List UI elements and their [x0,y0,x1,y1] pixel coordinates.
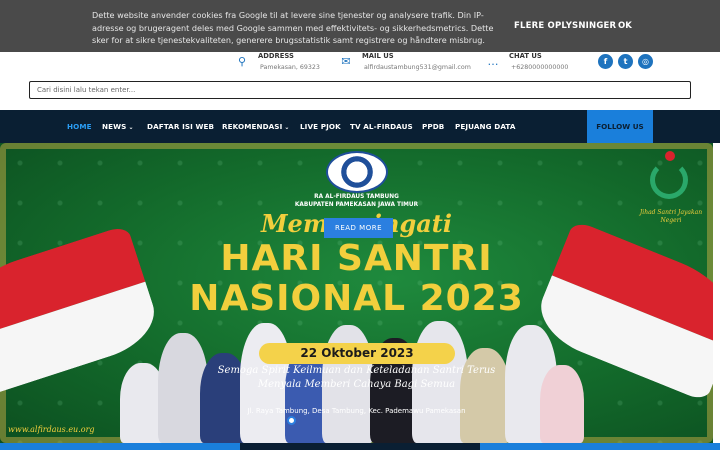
cookie-consent-text: Dette website anvender cookies fra Googl… [92,10,494,45]
contact-address-value: Pamekasan, 69323 [260,64,320,71]
seal-line-2: KABUPATEN PAMEKASAN JAWA TIMUR [294,202,419,208]
contact-mail-value[interactable]: alfirdaustambung531@gmail.com [364,64,471,71]
map-pin-icon: ⚲ [237,55,247,68]
cookie-more-info-link[interactable]: FLERE OPLYSNINGER [514,21,616,31]
person-figure [460,348,510,443]
chevron-down-icon: ⌄ [284,124,290,131]
person-figure [540,365,584,443]
cookie-ok-button[interactable]: OK [618,21,632,31]
hero-title-line-1: HARI SANTRI [220,238,493,279]
envelope-icon: ✉ [341,55,351,68]
hero-banner: RA AL-FIRDAUS TAMBUNG KABUPATEN PAMEKASA… [0,143,713,443]
hero-website: www.alfirdaus.eu.org [8,425,95,434]
hero-address: Jl. Raya Tambung, Desa Tambung, Kec. Pad… [247,407,466,415]
bottom-strip [0,443,720,450]
instagram-icon[interactable]: ◎ [638,54,653,69]
contact-mail-label: MAIL US [362,52,394,60]
hari-santri-logo [650,161,688,199]
nav-item-live-pjok[interactable]: LIVE PJOK [300,122,341,131]
chat-icon: … [487,55,499,68]
twitter-icon[interactable]: t [618,54,633,69]
nav-item-pejuang-data[interactable]: PEJUANG DATA [455,122,516,131]
nav-item-rekomendasi-label: REKOMENDASI [222,122,283,131]
hari-santri-logo-dot [665,151,675,161]
hero-tagline-2: Menyala Memberi Cahaya Bagi Semua [257,379,456,390]
slider-dot[interactable] [287,416,296,425]
nav-item-ppdb[interactable]: PPDB [422,122,444,131]
nav-item-news-label: NEWS [102,122,127,131]
nav-item-home[interactable]: HOME [67,122,92,131]
contact-address-label: ADDRESS [258,52,294,60]
nav-item-tv[interactable]: TV AL-FIRDAUS [350,122,413,131]
nav-item-rekomendasi[interactable]: REKOMENDASI ⌄ [222,122,290,131]
logo-caption: Jihad Santri Jayakan Negeri [639,209,703,224]
facebook-icon[interactable]: f [598,54,613,69]
hero-tagline-1: Semoga Spirit Keilmuan dan Keteladanan S… [217,365,496,376]
contact-chat-label: CHAT US [509,52,542,60]
nav-item-daftar-isi[interactable]: DAFTAR ISI WEB [147,122,214,131]
cookie-consent-bar: Dette website anvender cookies fra Googl… [0,0,720,52]
chevron-down-icon: ⌄ [128,124,134,131]
school-seal-logo [326,151,388,193]
follow-us-button[interactable]: FOLLOW US [587,110,653,143]
hero-date-pill: 22 Oktober 2023 [259,343,455,364]
contact-chat-value[interactable]: +6280000000000 [511,64,568,71]
nav-item-news[interactable]: NEWS ⌄ [102,122,134,131]
search-input[interactable] [29,81,691,99]
seal-line-1: RA AL-FIRDAUS TAMBUNG [314,194,399,200]
read-more-button[interactable]: READ MORE [324,218,393,238]
